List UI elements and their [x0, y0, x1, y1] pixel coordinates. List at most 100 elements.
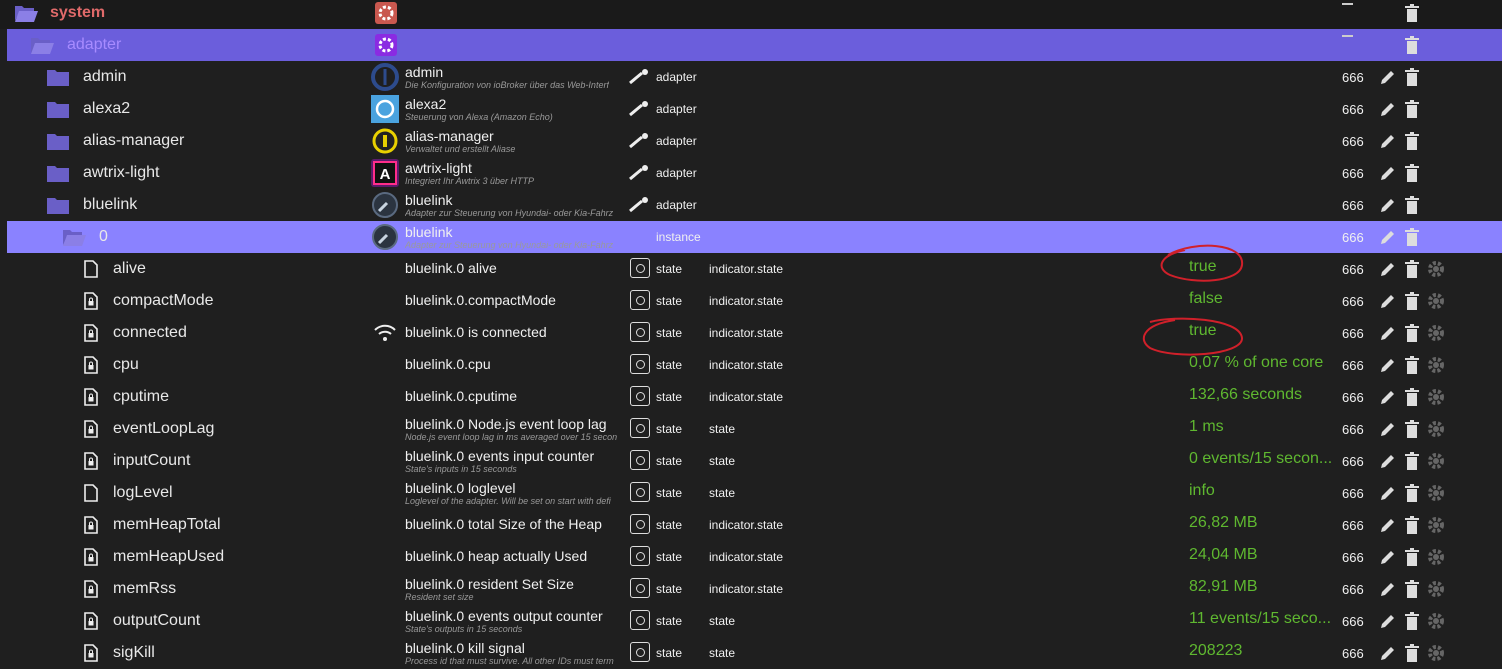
gear-icon[interactable] [1426, 323, 1446, 343]
folder-open-icon[interactable] [62, 221, 86, 253]
file-lock-icon[interactable] [84, 445, 98, 477]
file-icon[interactable] [84, 477, 98, 509]
tree-row-alias-manager[interactable]: alias-manager alias-manager Verwaltet und … [0, 125, 1502, 157]
acl-value[interactable]: 666 [1342, 550, 1364, 565]
delete-icon[interactable] [1402, 451, 1422, 471]
gear-icon[interactable] [1426, 547, 1446, 567]
table-row[interactable]: alive bluelink.0 alive state indicator.stat… [0, 253, 1502, 285]
table-row[interactable]: memHeapTotal bluelink.0 total Size of the… [0, 509, 1502, 541]
edit-icon[interactable] [1378, 67, 1398, 87]
edit-icon[interactable] [1378, 195, 1398, 215]
object-name[interactable]: cpu [113, 349, 139, 381]
object-value[interactable]: info [1189, 482, 1215, 500]
delete-icon[interactable] [1402, 387, 1422, 407]
acl-value[interactable]: 666 [1342, 102, 1364, 117]
delete-icon[interactable] [1402, 227, 1422, 247]
acl-value[interactable]: 666 [1342, 614, 1364, 629]
delete-icon[interactable] [1402, 3, 1422, 23]
object-name[interactable]: eventLoopLag [113, 413, 214, 445]
tree-row-alexa2[interactable]: alexa2 alexa2 Steuerung von Alexa (Amazon … [0, 93, 1502, 125]
tree-row-adapter[interactable]: adapter [7, 29, 1502, 61]
delete-icon[interactable] [1402, 515, 1422, 535]
object-name[interactable]: adapter [67, 29, 121, 61]
gear-icon[interactable] [1426, 579, 1446, 599]
gear-icon[interactable] [1426, 259, 1446, 279]
edit-icon[interactable] [1378, 291, 1398, 311]
file-lock-icon[interactable] [84, 541, 98, 573]
edit-icon[interactable] [1378, 643, 1398, 663]
edit-icon[interactable] [1378, 611, 1398, 631]
object-name[interactable]: system [50, 0, 105, 29]
gear-icon[interactable] [1426, 451, 1446, 471]
tree-row-bluelink[interactable]: bluelink bluelink Adapter zur Steuerung vo… [0, 189, 1502, 221]
file-lock-icon[interactable] [84, 381, 98, 413]
acl-value[interactable]: 666 [1342, 70, 1364, 85]
table-row[interactable]: memRss bluelink.0 resident Set Size Reside… [0, 573, 1502, 605]
object-name[interactable]: compactMode [113, 285, 214, 317]
delete-icon[interactable] [1402, 131, 1422, 151]
gear-icon[interactable] [1426, 387, 1446, 407]
table-row[interactable]: logLevel bluelink.0 loglevel Loglevel of t… [0, 477, 1502, 509]
object-name[interactable]: alexa2 [83, 93, 130, 125]
table-row[interactable]: eventLoopLag bluelink.0 Node.js event loo… [0, 413, 1502, 445]
acl-value[interactable]: 666 [1342, 454, 1364, 469]
file-lock-icon[interactable] [84, 349, 98, 381]
acl-value[interactable]: 666 [1342, 422, 1364, 437]
object-value[interactable]: 24,04 MB [1189, 546, 1257, 564]
acl-value[interactable]: 666 [1342, 230, 1364, 245]
edit-icon[interactable] [1378, 483, 1398, 503]
object-value[interactable]: 11 events/15 seco... [1189, 610, 1331, 628]
object-value[interactable]: 0,07 % of one core [1189, 354, 1323, 372]
edit-icon[interactable] [1378, 451, 1398, 471]
object-value[interactable]: 208223 [1189, 642, 1242, 660]
delete-icon[interactable] [1402, 579, 1422, 599]
acl-value[interactable]: 666 [1342, 486, 1364, 501]
delete-icon[interactable] [1402, 323, 1422, 343]
edit-icon[interactable] [1378, 547, 1398, 567]
object-name[interactable]: admin [83, 61, 127, 93]
tree-row-awtrix-light[interactable]: awtrix-light Aawtrix-light Integriert Ihr … [0, 157, 1502, 189]
table-row[interactable]: memHeapUsed bluelink.0 heap actually Used… [0, 541, 1502, 573]
delete-icon[interactable] [1402, 643, 1422, 663]
object-value[interactable]: true [1189, 322, 1217, 340]
acl-value[interactable]: 666 [1342, 166, 1364, 181]
file-lock-icon[interactable] [84, 573, 98, 605]
gear-icon[interactable] [1426, 355, 1446, 375]
file-lock-icon[interactable] [84, 285, 98, 317]
gear-icon[interactable] [1426, 643, 1446, 663]
edit-icon[interactable] [1378, 387, 1398, 407]
edit-icon[interactable] [1378, 99, 1398, 119]
table-row[interactable]: compactMode bluelink.0.compactMode state in… [0, 285, 1502, 317]
object-name[interactable]: memHeapUsed [113, 541, 224, 573]
gear-icon[interactable] [1426, 419, 1446, 439]
object-name[interactable]: alias-manager [83, 125, 184, 157]
delete-icon[interactable] [1402, 35, 1422, 55]
table-row[interactable]: sigKill bluelink.0 kill signal Process id … [0, 637, 1502, 669]
object-value[interactable]: true [1189, 258, 1217, 276]
gear-icon[interactable] [1426, 483, 1446, 503]
edit-icon[interactable] [1378, 131, 1398, 151]
edit-icon[interactable] [1378, 579, 1398, 599]
delete-icon[interactable] [1402, 163, 1422, 183]
delete-icon[interactable] [1402, 419, 1422, 439]
delete-icon[interactable] [1402, 291, 1422, 311]
file-lock-icon[interactable] [84, 317, 98, 349]
tree-row-admin[interactable]: admin admin Die Konfiguration von ioBroker… [0, 61, 1502, 93]
folder-icon[interactable] [47, 125, 69, 157]
object-name[interactable]: memRss [113, 573, 176, 605]
object-name[interactable]: 0 [99, 221, 108, 253]
delete-icon[interactable] [1402, 259, 1422, 279]
acl-value[interactable]: 666 [1342, 390, 1364, 405]
acl-value[interactable]: 666 [1342, 294, 1364, 309]
folder-open-icon[interactable] [14, 0, 38, 29]
edit-icon[interactable] [1378, 163, 1398, 183]
table-row[interactable]: cpu bluelink.0.cpu state indicator.state 0,0… [0, 349, 1502, 381]
object-value[interactable]: 82,91 MB [1189, 578, 1257, 596]
delete-icon[interactable] [1402, 547, 1422, 567]
object-name[interactable]: cputime [113, 381, 169, 413]
object-name[interactable]: awtrix-light [83, 157, 159, 189]
acl-value[interactable]: 666 [1342, 134, 1364, 149]
acl-value[interactable]: 666 [1342, 326, 1364, 341]
edit-icon[interactable] [1378, 355, 1398, 375]
object-name[interactable]: sigKill [113, 637, 155, 669]
